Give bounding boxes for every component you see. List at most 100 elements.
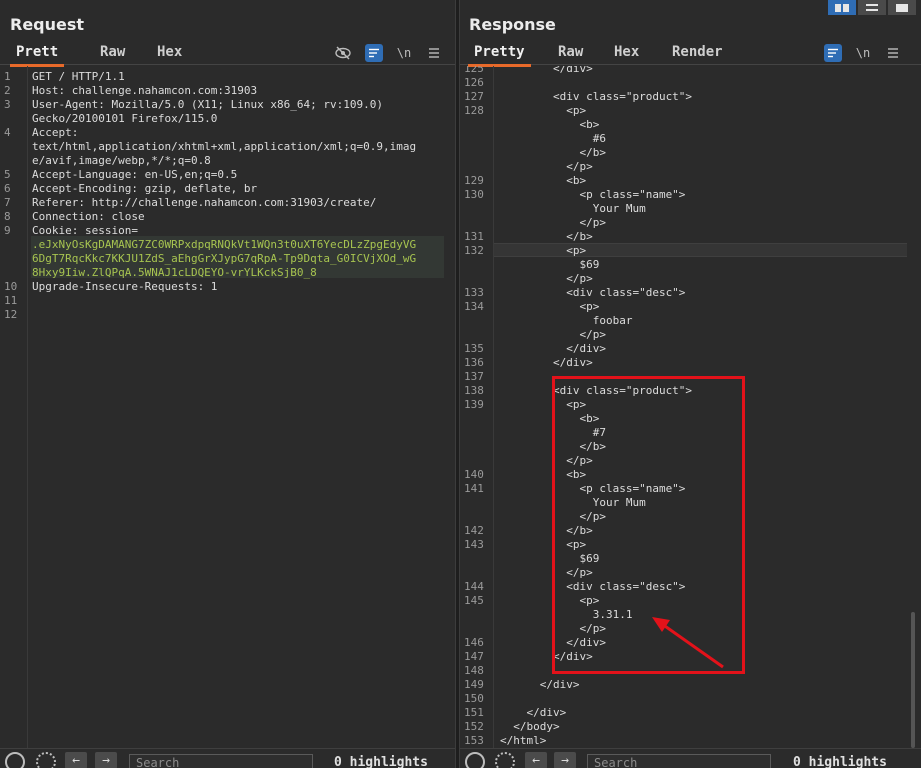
line-number: 136 [464, 356, 484, 369]
tab-hex[interactable]: Hex [614, 44, 639, 60]
tab-render[interactable]: Render [672, 44, 723, 60]
code-line: </div> [500, 706, 567, 719]
tab-pretty[interactable]: Pretty [468, 44, 531, 67]
code-line: <b> [500, 118, 600, 131]
line-number: 2 [4, 84, 11, 97]
line-number: 152 [464, 720, 484, 733]
line-number: 143 [464, 538, 484, 551]
code-line: GET / HTTP/1.1 [32, 70, 125, 83]
menu-icon[interactable] [884, 44, 902, 62]
code-line: Referer: http://challenge.nahamcon.com:3… [32, 196, 377, 209]
line-number: 3 [4, 98, 11, 111]
tab-hex[interactable]: Hex [157, 44, 182, 60]
line-number: 10 [4, 280, 18, 293]
layout-stacked-button[interactable] [858, 0, 886, 15]
code-line: <div class="desc"> [500, 286, 686, 299]
code-line: Accept: [32, 126, 79, 139]
code-line: </body> [500, 720, 560, 733]
code-line: e/avif,image/webp,*/*;q=0.8 [32, 154, 211, 167]
line-number: 139 [464, 398, 484, 411]
code-line: Upgrade-Insecure-Requests: 1 [32, 280, 218, 293]
line-number: 8 [4, 210, 11, 223]
line-number: 12 [4, 308, 18, 321]
line-number: 150 [464, 692, 484, 705]
code-line: </html> [500, 734, 547, 747]
code-line: 8Hxy9Iiw.ZlQPqA.5WNAJ1cLDQEYO-vrYLKckSjB… [32, 266, 317, 279]
code-line: </div> [500, 342, 606, 355]
line-number: 4 [4, 126, 11, 139]
line-number: 140 [464, 468, 484, 481]
tab-raw[interactable]: Raw [558, 44, 583, 60]
line-number: 128 [464, 104, 484, 117]
newline-icon[interactable]: \n [854, 44, 872, 62]
forward-arrow-icon[interactable]: → [554, 752, 576, 768]
line-number: 151 [464, 706, 484, 719]
code-line: </div> [500, 356, 593, 369]
line-number: 147 [464, 650, 484, 663]
request-title: Request [10, 15, 85, 34]
request-tabs: Prett Raw Hex [0, 40, 455, 67]
help-icon[interactable] [5, 752, 25, 768]
search-input[interactable]: Search [587, 754, 771, 768]
search-input[interactable]: Search [129, 754, 313, 768]
code-line: Cookie: session= [32, 224, 138, 237]
code-line: .eJxNyOsKgDAMANG7ZC0WRPxdpqRNQkVt1WQn3t0… [32, 238, 417, 251]
line-number: 125 [464, 66, 484, 75]
code-line: </b> [500, 146, 606, 159]
tab-pretty[interactable]: Prett [9, 44, 65, 67]
response-title: Response [469, 15, 556, 34]
line-number: 131 [464, 230, 484, 243]
line-number: 148 [464, 664, 484, 677]
line-number: 153 [464, 734, 484, 747]
newline-icon[interactable]: \n [395, 44, 413, 62]
layout-tabs-button[interactable] [888, 0, 916, 15]
line-number: 129 [464, 174, 484, 187]
code-line: text/html,application/xhtml+xml,applicat… [32, 140, 417, 153]
line-number: 137 [464, 370, 484, 383]
annotation-arrow-icon [652, 617, 724, 669]
code-line: <b> [500, 174, 587, 187]
code-line: Accept-Language: en-US,en;q=0.5 [32, 168, 238, 181]
code-line: </div> [500, 678, 580, 691]
line-number: 141 [464, 482, 484, 495]
code-line: Accept-Encoding: gzip, deflate, br [32, 182, 258, 195]
line-number: 6 [4, 182, 11, 195]
highlights-count: 0 highlights [334, 755, 428, 768]
line-number: 144 [464, 580, 484, 593]
back-arrow-icon[interactable]: ← [65, 752, 87, 768]
code-line: Host: challenge.nahamcon.com:31903 [32, 84, 258, 97]
settings-gear-icon[interactable] [495, 752, 515, 768]
wrap-lines-icon[interactable] [824, 44, 842, 62]
hide-icon[interactable] [334, 44, 352, 62]
layout-side-by-side-button[interactable] [828, 0, 856, 15]
line-number: 146 [464, 636, 484, 649]
line-number: 5 [4, 168, 11, 181]
code-line: User-Agent: Mozilla/5.0 (X11; Linux x86_… [32, 98, 383, 111]
response-scrollbar[interactable] [911, 612, 915, 748]
tab-raw[interactable]: Raw [100, 44, 125, 60]
forward-arrow-icon[interactable]: → [95, 752, 117, 768]
line-number: 134 [464, 300, 484, 313]
code-line: foobar [500, 314, 633, 327]
line-number: 7 [4, 196, 11, 209]
request-editor[interactable]: 1 GET / HTTP/1.1 2 Host: challenge.nahamcon… [0, 66, 455, 748]
line-number: 127 [464, 90, 484, 103]
request-bottom-bar: ← → Search 0 highlights [0, 748, 455, 768]
code-line: <div class="product"> [500, 90, 693, 103]
code-line: </div> [500, 66, 593, 75]
code-line: </p> [500, 272, 593, 285]
layout-toggle [828, 0, 916, 15]
line-number: 145 [464, 594, 484, 607]
settings-gear-icon[interactable] [36, 752, 56, 768]
line-number: 132 [464, 244, 484, 257]
code-line: </b> [500, 230, 593, 243]
request-pane: Request Prett Raw Hex \n 1 GET / HTTP/1.1… [0, 0, 455, 768]
back-arrow-icon[interactable]: ← [525, 752, 547, 768]
menu-icon[interactable] [425, 44, 443, 62]
response-bottom-bar: ← → Search 0 highlights [460, 748, 921, 768]
line-number: 126 [464, 76, 484, 89]
wrap-lines-icon[interactable] [365, 44, 383, 62]
line-number: 138 [464, 384, 484, 397]
line-number: 149 [464, 678, 484, 691]
help-icon[interactable] [465, 752, 485, 768]
